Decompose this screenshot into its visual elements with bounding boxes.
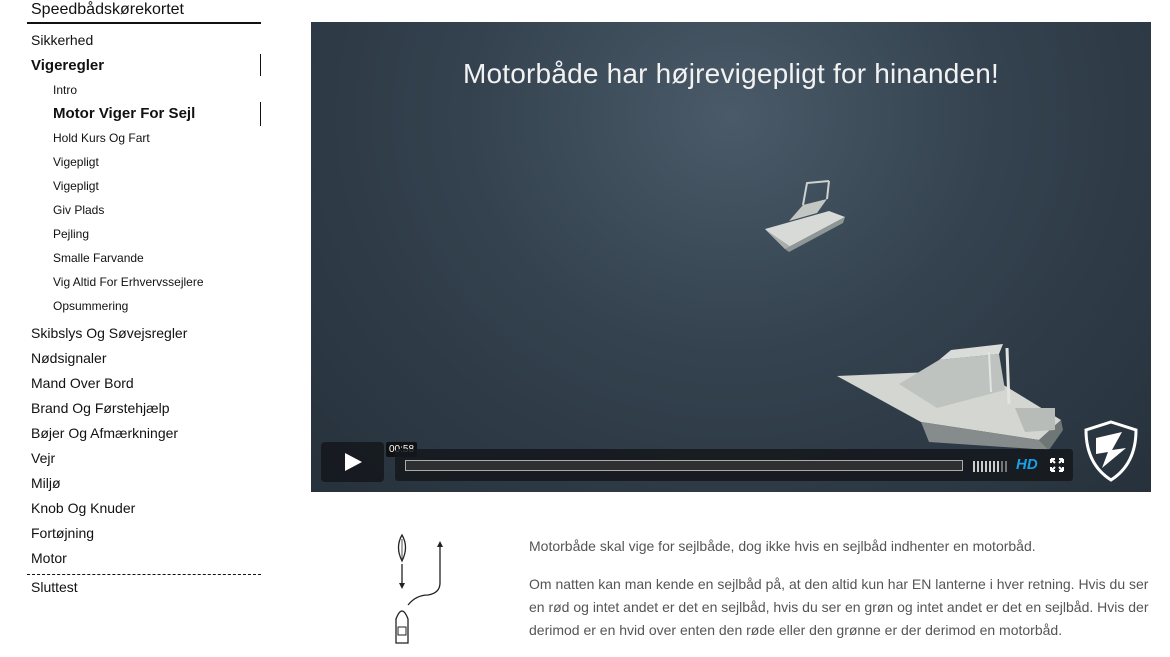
sidebar-item-boejer[interactable]: Bøjer Og Afmærkninger xyxy=(27,421,261,446)
video-caption: Motorbåde har højrevigepligt for hinande… xyxy=(462,58,1000,89)
boat-far-image xyxy=(765,180,845,252)
sidebar-item-vigeregler[interactable]: Vigeregler xyxy=(27,54,261,78)
site-title-link[interactable]: Speedbådskørekortet xyxy=(27,0,261,24)
sidebar-item-vejr[interactable]: Vejr xyxy=(27,446,261,471)
sidebar-item-noedsignaler[interactable]: Nødsignaler xyxy=(27,346,261,371)
sidebar-nav: Speedbådskørekortet Sikkerhed Vigeregler… xyxy=(27,0,261,599)
sidebar-subitem-pejling[interactable]: Pejling xyxy=(27,222,261,246)
right-of-way-diagram xyxy=(395,533,443,644)
sidebar-subitem-vig-altid[interactable]: Vig Altid For Erhvervssejlere xyxy=(27,270,261,294)
sidebar-item-motor[interactable]: Motor xyxy=(27,546,261,571)
sidebar-item-knob[interactable]: Knob Og Knuder xyxy=(27,496,261,521)
sidebar-subitem-intro[interactable]: Intro xyxy=(27,78,261,102)
sidebar-item-sluttest[interactable]: Sluttest xyxy=(27,575,261,599)
lesson-text: Motorbåde skal vige for sejlbåde, dog ik… xyxy=(529,535,1159,657)
lesson-paragraph-2: Om natten kan man kende en sejlbåd på, a… xyxy=(529,576,1149,638)
sidebar-subitem-giv-plads[interactable]: Giv Plads xyxy=(27,198,261,222)
sidebar-subitem-vigepligt-2[interactable]: Vigepligt xyxy=(27,174,261,198)
sidebar-item-sikkerhed[interactable]: Sikkerhed xyxy=(27,28,261,54)
hd-toggle-button[interactable]: HD xyxy=(1016,456,1038,473)
sidebar-item-miljoe[interactable]: Miljø xyxy=(27,471,261,496)
lesson-paragraph-1: Motorbåde skal vige for sejlbåde, dog ik… xyxy=(529,538,1036,554)
sidebar-submenu: Intro Motor Viger For Sejl Hold Kurs Og … xyxy=(27,78,261,318)
sidebar-item-skibslys[interactable]: Skibslys Og Søvejsregler xyxy=(27,321,261,346)
sidebar-item-mand-over-bord[interactable]: Mand Over Bord xyxy=(27,371,261,396)
boat-near-image xyxy=(837,344,1063,450)
fullscreen-icon[interactable] xyxy=(1050,458,1064,472)
play-icon xyxy=(345,453,362,471)
play-button[interactable] xyxy=(321,442,384,482)
video-progress-bar[interactable] xyxy=(405,460,963,471)
sidebar-subitem-hold-kurs-og-fart[interactable]: Hold Kurs Og Fart xyxy=(27,126,261,150)
video-controls-bar: HD xyxy=(395,449,1073,481)
shield-logo-icon xyxy=(1084,420,1138,482)
sidebar-subitem-opsummering[interactable]: Opsummering xyxy=(27,294,261,318)
sidebar-item-brand[interactable]: Brand Og Førstehjælp xyxy=(27,396,261,421)
sidebar-subitem-smalle-farvande[interactable]: Smalle Farvande xyxy=(27,246,261,270)
sidebar-subitem-vigepligt-1[interactable]: Vigepligt xyxy=(27,150,261,174)
sidebar-subitem-motor-viger-for-sejl[interactable]: Motor Viger For Sejl xyxy=(27,102,261,126)
sidebar-item-fortoejning[interactable]: Fortøjning xyxy=(27,521,261,546)
volume-icon[interactable] xyxy=(973,459,1009,477)
video-player[interactable]: Motorbåde har højrevigepligt for hinande… xyxy=(311,22,1151,492)
